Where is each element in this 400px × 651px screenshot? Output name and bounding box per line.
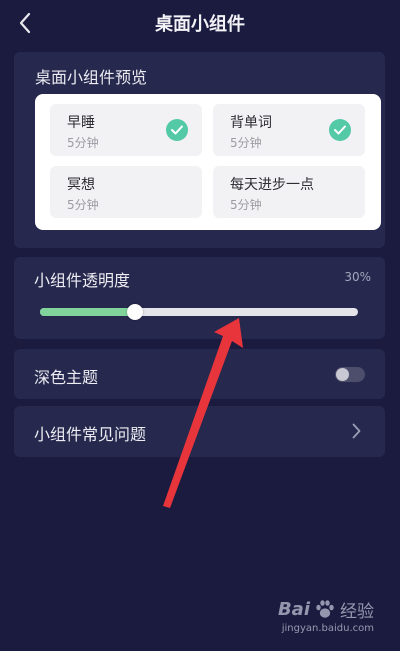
- opacity-value: 30%: [344, 270, 371, 284]
- watermark-brand: Bai 经验: [277, 597, 374, 622]
- widget-settings-screen: 桌面小组件 桌面小组件预览 早睡 5分钟 背单词 5分钟 冥想 5分钟 每天进步…: [0, 0, 400, 651]
- preview-item-vocabulary[interactable]: 背单词 5分钟: [213, 104, 365, 156]
- opacity-label: 小组件透明度: [34, 271, 131, 290]
- preview-item-duration: 5分钟: [67, 198, 99, 212]
- opacity-slider[interactable]: [40, 304, 358, 320]
- faq-label: 小组件常见问题: [34, 425, 147, 444]
- faq-row[interactable]: 小组件常见问题: [14, 406, 385, 457]
- preview-item-daily-progress[interactable]: 每天进步一点 5分钟: [213, 166, 365, 218]
- toggle-knob: [336, 368, 349, 381]
- chevron-right-icon: [352, 423, 361, 439]
- header: 桌面小组件: [0, 0, 400, 44]
- preview-item-name: 每天进步一点: [230, 177, 314, 193]
- widget-preview-card: 桌面小组件预览 早睡 5分钟 背单词 5分钟 冥想 5分钟 每天进步一点 5分钟: [14, 52, 385, 248]
- preview-item-duration: 5分钟: [67, 136, 99, 150]
- preview-item-name: 早睡: [67, 115, 95, 131]
- dark-theme-row[interactable]: 深色主题: [14, 349, 385, 399]
- watermark-brand-right: 经验: [340, 601, 374, 622]
- preview-item-name: 背单词: [230, 115, 272, 131]
- page-title: 桌面小组件: [155, 14, 245, 35]
- check-circle-icon: [166, 119, 188, 141]
- check-circle-icon: [329, 119, 351, 141]
- dark-theme-label: 深色主题: [34, 368, 99, 387]
- preview-item-early-sleep[interactable]: 早睡 5分钟: [50, 104, 202, 156]
- preview-item-duration: 5分钟: [230, 136, 262, 150]
- preview-title: 桌面小组件预览: [35, 68, 148, 87]
- preview-item-meditation[interactable]: 冥想 5分钟: [50, 166, 202, 218]
- watermark-url: jingyan.baidu.com: [281, 623, 374, 634]
- paw-icon: [316, 600, 334, 618]
- slider-thumb[interactable]: [127, 304, 143, 320]
- dark-theme-toggle[interactable]: [335, 367, 365, 382]
- watermark-brand-left: Bai: [277, 598, 310, 620]
- preview-item-name: 冥想: [67, 177, 95, 193]
- opacity-card: 小组件透明度 30%: [14, 257, 385, 339]
- slider-fill: [40, 308, 135, 316]
- widget-preview-panel: 早睡 5分钟 背单词 5分钟 冥想 5分钟 每天进步一点 5分钟: [35, 94, 381, 230]
- baidu-jingyan-watermark: Bai 经验 jingyan.baidu.com: [277, 597, 374, 635]
- preview-item-duration: 5分钟: [230, 198, 262, 212]
